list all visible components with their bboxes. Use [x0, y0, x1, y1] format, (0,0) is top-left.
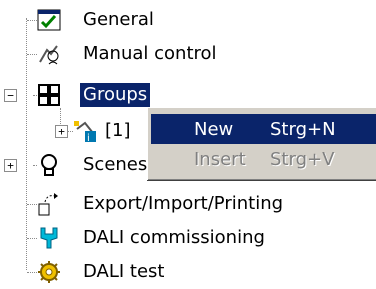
- tree-connector: [27, 54, 37, 55]
- tree-item-dali-test[interactable]: DALI test: [37, 258, 177, 286]
- tree-item-label: DALI test: [83, 261, 165, 282]
- general-settings-icon: [37, 8, 61, 32]
- tree-item-dali-commissioning[interactable]: DALI commissioning: [37, 224, 267, 252]
- tree-item-label: Groups: [80, 83, 151, 107]
- tree-item-label: Scenes: [83, 154, 148, 175]
- manual-control-icon: [37, 42, 61, 66]
- tree-connector: [27, 272, 37, 273]
- expand-toggle-scenes[interactable]: +: [4, 159, 17, 172]
- tree-item-groups[interactable]: Groups: [37, 81, 167, 109]
- tree-connector: [27, 238, 37, 239]
- tree-item-general[interactable]: General: [37, 6, 197, 34]
- menu-item-label: New: [194, 118, 234, 140]
- tree-item-label: DALI commissioning: [83, 227, 265, 248]
- tree-item-export-import-printing[interactable]: Export/Import/Printing: [37, 190, 307, 218]
- context-menu: New Strg+N Insert Strg+V: [147, 107, 376, 181]
- svg-text:i: i: [87, 133, 90, 143]
- tree-connector: [27, 20, 37, 21]
- menu-item-label: Insert: [194, 148, 246, 170]
- tree-item-group-1[interactable]: i [1]: [73, 117, 153, 145]
- tree-item-label: Export/Import/Printing: [83, 193, 284, 214]
- menu-item-new[interactable]: New Strg+N: [151, 114, 376, 144]
- tree-item-manual-control[interactable]: Manual control: [37, 40, 237, 68]
- groups-grid-icon: [37, 83, 61, 107]
- collapse-toggle-groups[interactable]: −: [4, 89, 17, 102]
- export-import-icon: [37, 192, 61, 216]
- dali-test-icon: [37, 260, 61, 284]
- tree-connector: [26, 18, 27, 270]
- dali-commissioning-icon: [37, 226, 61, 250]
- tree-item-label: [1]: [105, 120, 131, 141]
- menu-item-shortcut: Strg+V: [270, 148, 335, 170]
- menu-item-insert[interactable]: Insert Strg+V: [151, 144, 376, 174]
- menu-item-shortcut: Strg+N: [270, 118, 336, 140]
- tree-item-label: Manual control: [83, 43, 217, 64]
- scenes-bulb-icon: [37, 153, 61, 177]
- tree-item-label: General: [83, 9, 154, 30]
- group-item-icon: i: [73, 119, 97, 144]
- tree-item-scenes[interactable]: Scenes: [37, 151, 157, 179]
- expand-toggle-group-1[interactable]: +: [55, 125, 68, 138]
- tree-connector: [27, 204, 37, 205]
